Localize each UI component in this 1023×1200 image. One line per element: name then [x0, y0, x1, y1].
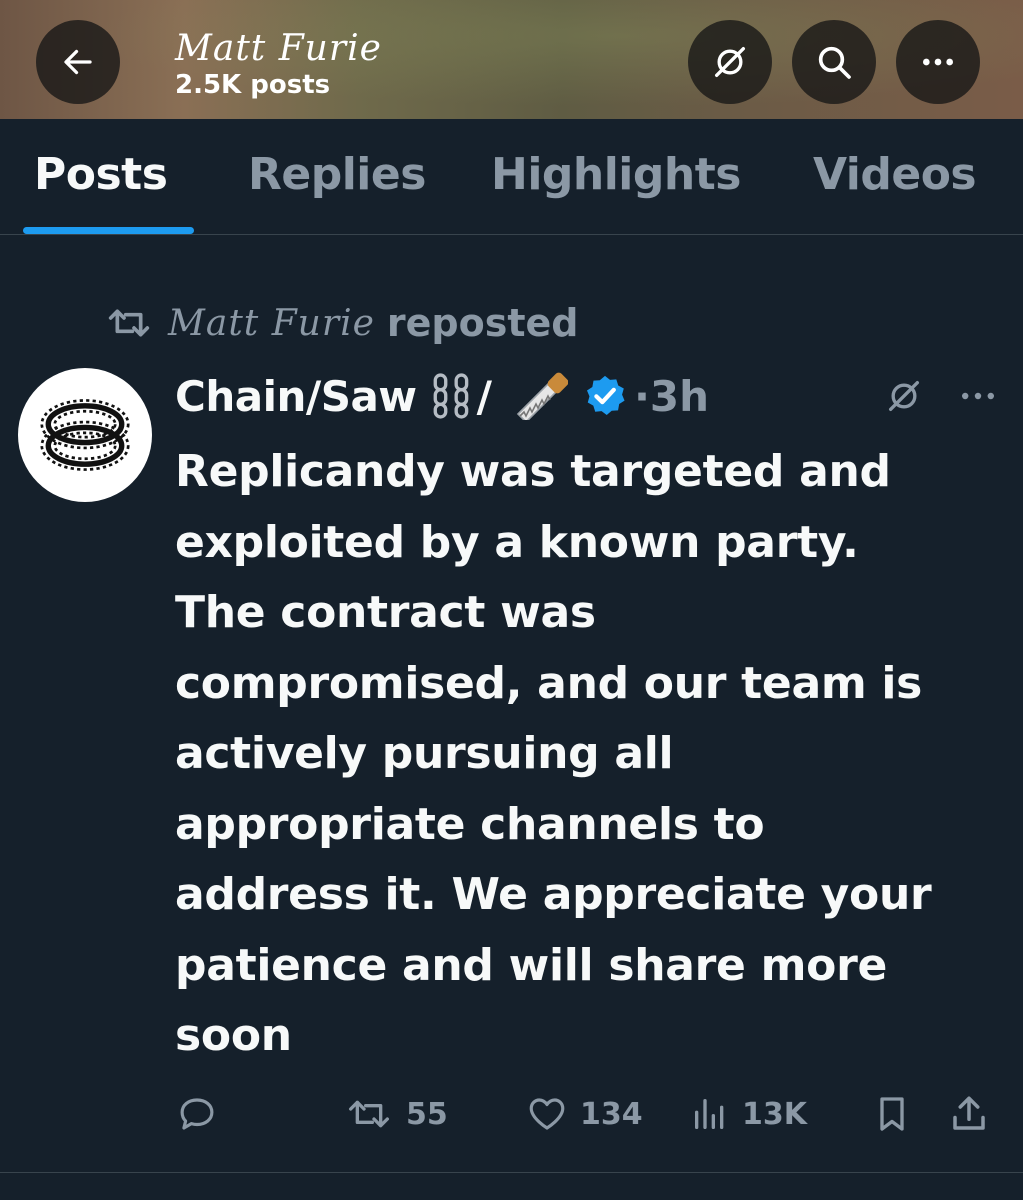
avatar[interactable] — [18, 368, 152, 502]
repost-icon — [108, 309, 150, 337]
bookmark-icon — [880, 1097, 904, 1131]
repost-author-name: Matt Furie — [168, 302, 375, 344]
repost-context[interactable]: Matt Furie reposted — [104, 298, 578, 348]
repost-icon — [349, 1100, 389, 1128]
post-grok-button[interactable] — [884, 376, 924, 420]
post-timestamp[interactable]: ·3h — [634, 372, 709, 421]
post-author-name[interactable]: Chain/Saw — [175, 372, 417, 421]
like-count: 134 — [580, 1096, 643, 1132]
repost-button[interactable]: 55 — [344, 1090, 448, 1138]
share-button[interactable] — [948, 1090, 990, 1138]
tab-posts[interactable]: Posts — [34, 149, 168, 200]
grok-icon — [889, 381, 919, 411]
view-count: 13K — [742, 1096, 807, 1132]
search-icon — [818, 46, 851, 79]
bookmark-button[interactable] — [872, 1090, 912, 1138]
views-button[interactable]: 13K — [690, 1090, 807, 1138]
profile-tabs: Posts Replies Highlights Videos — [0, 119, 1023, 235]
author-name-slash: / — [476, 371, 492, 421]
post-body-text: Replicandy was targeted and exploited by… — [175, 446, 932, 1061]
profile-header: Matt Furie 2.5K posts — [0, 0, 1023, 119]
back-button[interactable] — [36, 20, 120, 104]
chainsaw-logo-icon — [40, 399, 130, 471]
repost-count: 55 — [406, 1096, 448, 1132]
post-divider — [0, 1172, 1023, 1173]
saw-emoji-icon — [512, 372, 568, 420]
grok-icon — [715, 47, 745, 78]
profile-post-count: 2.5K posts — [175, 70, 331, 100]
share-icon — [953, 1096, 985, 1130]
profile-name: Matt Furie — [175, 28, 382, 69]
active-tab-indicator — [23, 227, 194, 234]
repost-label: reposted — [386, 301, 579, 345]
post-more-button[interactable] — [958, 388, 998, 408]
search-button[interactable] — [792, 20, 876, 104]
more-horizontal-icon — [923, 58, 953, 66]
tab-highlights[interactable]: Highlights — [491, 149, 741, 200]
grok-button[interactable] — [688, 20, 772, 104]
tab-videos[interactable]: Videos — [813, 149, 977, 200]
post-author-row: Chain/Saw / ·3h — [175, 366, 709, 426]
analytics-icon — [695, 1099, 724, 1129]
more-horizontal-icon — [962, 392, 994, 400]
more-options-button[interactable] — [896, 20, 980, 104]
reply-button[interactable] — [176, 1090, 218, 1138]
arrow-left-icon — [64, 49, 92, 75]
verified-badge-icon — [582, 373, 628, 419]
reply-icon — [180, 1098, 214, 1130]
chains-emoji-icon — [431, 373, 473, 419]
heart-icon — [529, 1098, 565, 1130]
like-button[interactable]: 134 — [526, 1090, 643, 1138]
tab-replies[interactable]: Replies — [248, 149, 426, 200]
